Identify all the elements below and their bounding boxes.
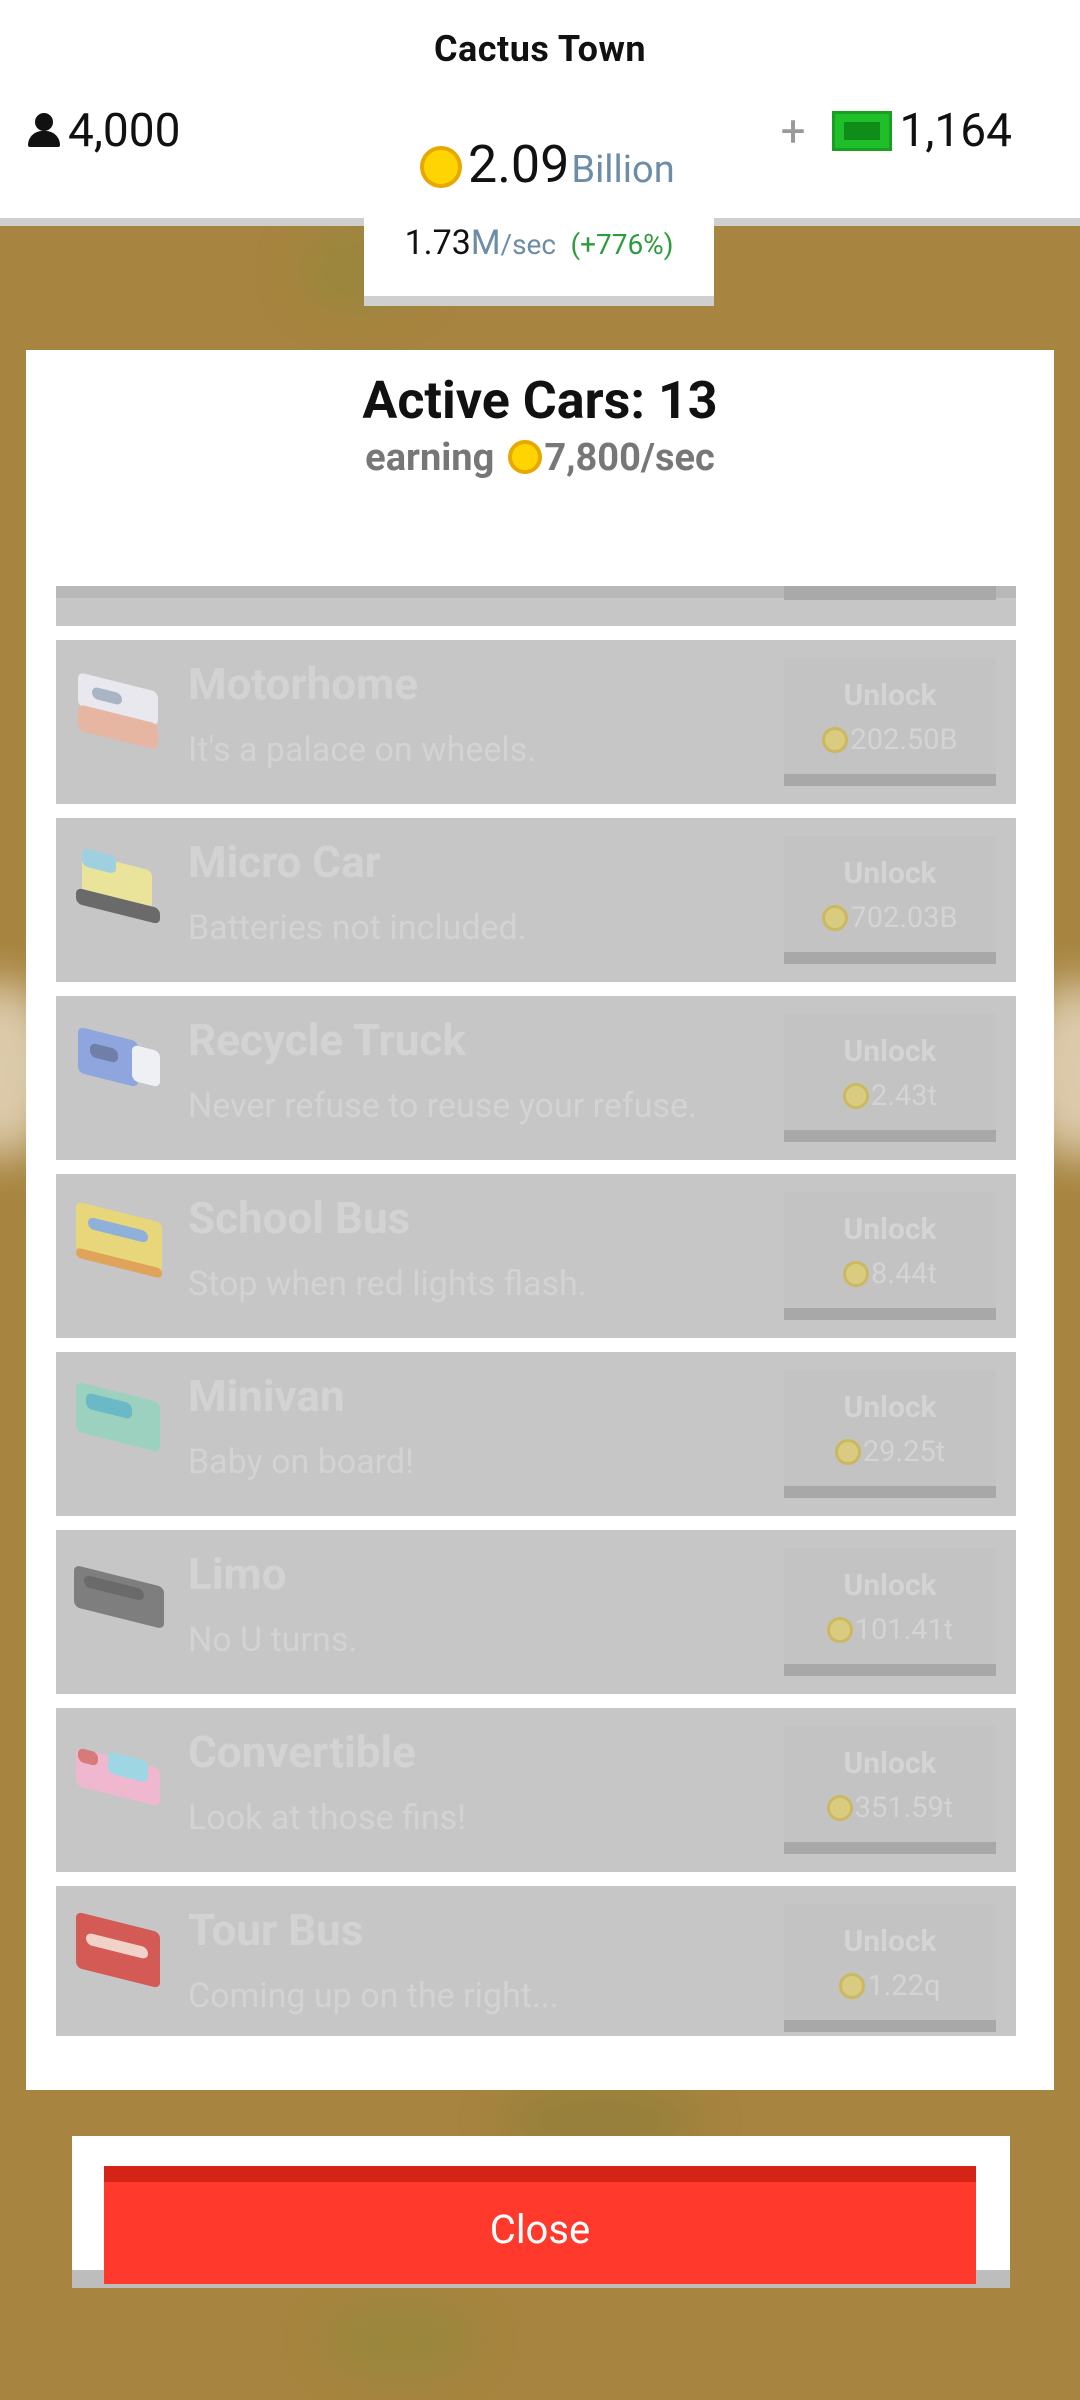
- coin-icon: [834, 1439, 861, 1465]
- car-name: Motorhome: [188, 658, 418, 710]
- car-row-tour-bus[interactable]: Tour Bus Coming up on the right... Unloc…: [56, 1886, 1016, 2036]
- active-cars-panel: Active Cars: 13 earning 7,800/sec Motorho…: [26, 350, 1054, 2090]
- car-description: Baby on board!: [188, 1442, 414, 1482]
- cash-balance[interactable]: + 1,164: [781, 104, 1012, 158]
- earning-summary: earning 7,800/sec: [26, 436, 1054, 480]
- limo-icon: [68, 1554, 168, 1654]
- car-description: Never refuse to reuse your refuse.: [188, 1086, 697, 1126]
- coin-icon: [826, 1795, 853, 1821]
- unlock-button[interactable]: Unlock 351.59t: [784, 1726, 996, 1854]
- car-description: Stop when red lights flash.: [188, 1264, 587, 1304]
- person-icon: [26, 113, 62, 149]
- coin-icon: [839, 1973, 866, 1999]
- car-row-micro-car[interactable]: Micro Car Batteries not included. Unlock…: [56, 818, 1016, 982]
- top-status-bar: Cactus Town 4,000 2.09 Billion + 1,164: [0, 0, 1080, 226]
- coin-icon: [822, 727, 849, 753]
- recycle-truck-icon: [68, 1020, 168, 1120]
- unlock-button[interactable]: Unlock 101.41t: [784, 1548, 996, 1676]
- coin-icon: [822, 905, 849, 931]
- income-rate-tab: 1.73M/sec (+776%): [364, 214, 714, 306]
- tour-bus-icon: [68, 1910, 168, 2010]
- earning-label: earning: [365, 436, 495, 480]
- unlock-label: Unlock: [843, 1390, 937, 1425]
- unlock-label: Unlock: [843, 1746, 937, 1781]
- unlock-label: Unlock: [843, 856, 937, 891]
- unlock-price: 702.03B: [784, 901, 996, 935]
- unlock-price: 101.41t: [784, 1613, 996, 1647]
- panel-title: Active Cars: 13: [362, 370, 718, 431]
- car-description: It's a palace on wheels.: [188, 730, 537, 770]
- unlock-button[interactable]: Unlock 29.25t: [784, 1370, 996, 1498]
- car-row-school-bus[interactable]: School Bus Stop when red lights flash. U…: [56, 1174, 1016, 1338]
- unlock-label: Unlock: [843, 678, 937, 713]
- town-name: Cactus Town: [433, 28, 647, 70]
- car-name: Convertible: [188, 1726, 416, 1778]
- rate-boost: (+776%): [570, 228, 674, 261]
- list-item-partial: [56, 586, 1016, 626]
- car-row-recycle-truck[interactable]: Recycle Truck Never refuse to reuse your…: [56, 996, 1016, 1160]
- car-row-convertible[interactable]: Convertible Look at those fins! Unlock 3…: [56, 1708, 1016, 1872]
- population-counter: 4,000: [26, 104, 180, 158]
- cash-bill-icon: [831, 111, 892, 151]
- unlock-label: Unlock: [843, 1212, 937, 1247]
- car-row-minivan[interactable]: Minivan Baby on board! Unlock 29.25t: [56, 1352, 1016, 1516]
- unlock-price: 351.59t: [784, 1791, 996, 1825]
- car-row-motorhome[interactable]: Motorhome It's a palace on wheels. Unloc…: [56, 640, 1016, 804]
- unlock-button[interactable]: Unlock 1.22q: [784, 1904, 996, 2032]
- close-button-container: Close: [72, 2136, 1010, 2288]
- coin-icon: [508, 440, 543, 474]
- coin-icon: [842, 1261, 869, 1287]
- coin-icon: [420, 146, 462, 188]
- unlock-label: Unlock: [843, 1924, 937, 1959]
- coin-icon: [842, 1083, 869, 1109]
- unlock-label: Unlock: [843, 1034, 937, 1069]
- unlock-price: 8.44t: [784, 1257, 996, 1291]
- rate-suffix: /sec: [500, 228, 557, 261]
- unlock-button[interactable]: Unlock 702.03B: [784, 836, 996, 964]
- school-bus-icon: [68, 1198, 168, 1298]
- unlock-price: 202.50B: [784, 723, 996, 757]
- coin-amount: 2.09: [468, 134, 570, 195]
- coin-icon: [826, 1617, 853, 1643]
- car-list[interactable]: Motorhome It's a palace on wheels. Unloc…: [56, 586, 1016, 2036]
- unlock-price: 29.25t: [784, 1435, 996, 1469]
- rate-value: 1.73: [404, 223, 471, 263]
- rate-unit: M: [470, 223, 501, 263]
- convertible-icon: [68, 1732, 168, 1832]
- coin-balance: 2.09 Billion: [420, 134, 675, 195]
- motorhome-icon: [68, 664, 168, 764]
- micro-car-icon: [68, 842, 168, 942]
- minivan-icon: [68, 1376, 168, 1476]
- car-row-limo[interactable]: Limo No U turns. Unlock 101.41t: [56, 1530, 1016, 1694]
- car-description: Coming up on the right...: [188, 1976, 559, 2016]
- car-name: Minivan: [188, 1370, 345, 1422]
- car-name: Micro Car: [188, 836, 381, 888]
- unlock-button[interactable]: Unlock 202.50B: [784, 658, 996, 786]
- population-value: 4,000: [68, 104, 181, 158]
- coin-unit: Billion: [571, 148, 675, 192]
- unlock-price: 1.22q: [784, 1969, 996, 2003]
- car-description: No U turns.: [188, 1620, 358, 1660]
- unlock-button[interactable]: Unlock 8.44t: [784, 1192, 996, 1320]
- cash-amount: 1,164: [899, 104, 1012, 158]
- unlock-button[interactable]: Unlock 2.43t: [784, 1014, 996, 1142]
- car-description: Look at those fins!: [188, 1798, 466, 1838]
- car-name: School Bus: [188, 1192, 411, 1244]
- car-name: Tour Bus: [188, 1904, 364, 1956]
- add-cash-button[interactable]: +: [781, 105, 806, 157]
- unlock-label: Unlock: [843, 1568, 937, 1603]
- earning-value: 7,800/sec: [544, 436, 715, 480]
- car-name: Recycle Truck: [188, 1014, 466, 1066]
- close-button[interactable]: Close: [104, 2166, 976, 2284]
- car-name: Limo: [188, 1548, 287, 1600]
- car-description: Batteries not included.: [188, 908, 527, 948]
- unlock-price: 2.43t: [784, 1079, 996, 1113]
